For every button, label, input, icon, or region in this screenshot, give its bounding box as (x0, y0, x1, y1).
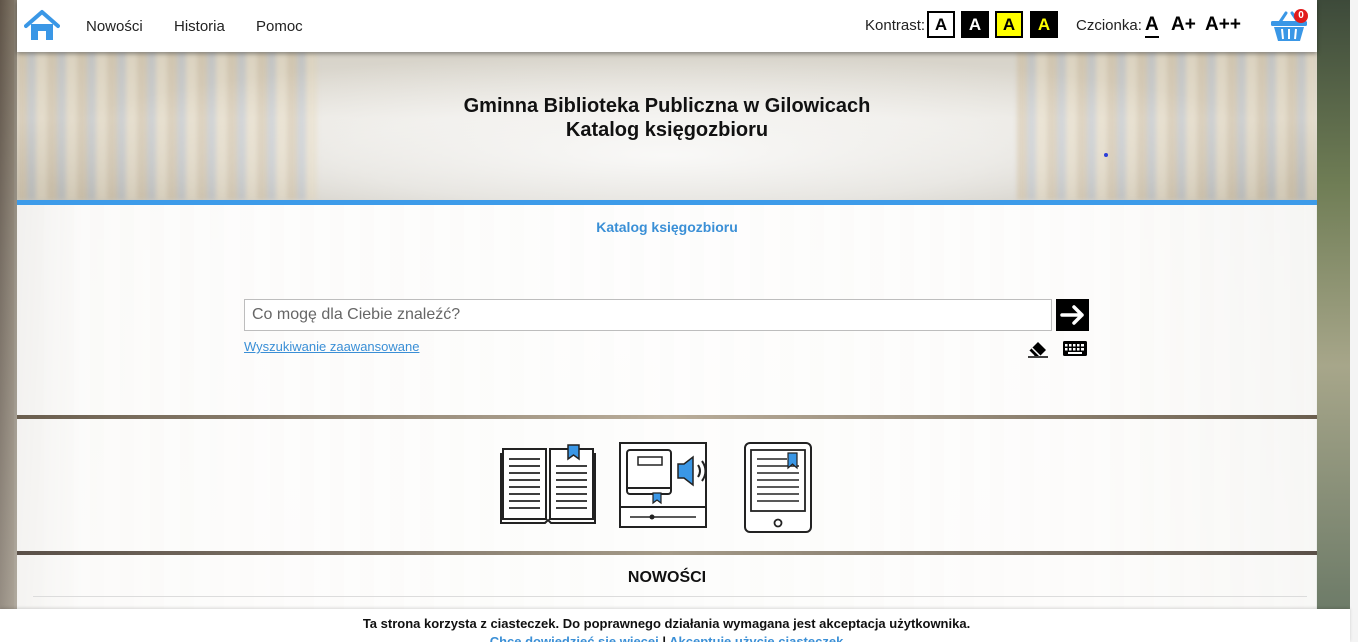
catalog-caption: Katalog księgozbioru (596, 219, 738, 235)
contrast-label: Kontrast: (865, 17, 926, 34)
banner-dot (1104, 153, 1108, 157)
cookie-more-info-link[interactable]: Chcę dowiedzieć się więcej (490, 634, 659, 642)
audiobook-icon[interactable] (618, 441, 714, 529)
advanced-search-link[interactable]: Wyszukiwanie zaawansowane (244, 339, 419, 354)
font-size-large-button[interactable]: A+ (1171, 14, 1196, 36)
section-divider (17, 415, 1317, 419)
open-book-icon[interactable] (499, 441, 597, 525)
section-divider (17, 551, 1317, 555)
basket-count-badge: 0 (1294, 9, 1308, 23)
arrow-right-icon (1060, 305, 1084, 325)
search-button[interactable] (1056, 299, 1089, 331)
library-name: Gminna Biblioteka Publiczna w Gilowicach (463, 95, 871, 117)
news-heading-rule (33, 596, 1307, 597)
keyboard-icon[interactable] (1062, 338, 1088, 358)
cookie-accept-link[interactable]: Akceptuję użycie ciasteczek (669, 634, 843, 642)
contrast-black-yellow-button[interactable]: A (1030, 11, 1058, 38)
nav-pomoc[interactable]: Pomoc (256, 18, 303, 35)
page-scrollbar[interactable] (1350, 0, 1358, 642)
cookie-consent-bar: Ta strona korzysta z ciasteczek. Do popr… (0, 609, 1350, 642)
main-panel: Katalog księgozbioru Wyszukiwanie zaawan… (17, 200, 1317, 616)
cookie-message: Ta strona korzysta z ciasteczek. Do popr… (362, 616, 971, 631)
top-navigation-bar: Nowości Historia Pomoc Kontrast: A A A A… (17, 0, 1317, 52)
nav-nowosci[interactable]: Nowości (86, 18, 143, 35)
font-size-xlarge-button[interactable]: A++ (1205, 14, 1241, 36)
search-input[interactable] (244, 299, 1052, 331)
home-icon[interactable] (24, 9, 60, 43)
nav-historia[interactable]: Historia (174, 18, 225, 35)
header-banner: Gminna Biblioteka Publiczna w Gilowicach… (17, 52, 1317, 200)
contrast-black-white-button[interactable]: A (961, 11, 989, 38)
ebook-reader-icon[interactable] (743, 441, 813, 535)
news-heading: NOWOŚCI (627, 569, 707, 586)
contrast-normal-button[interactable]: A (927, 11, 955, 38)
eraser-icon[interactable] (1026, 338, 1050, 358)
contrast-yellow-black-button[interactable]: A (995, 11, 1023, 38)
font-size-label: Czcionka: (1076, 17, 1142, 34)
catalog-title: Katalog księgozbioru (565, 119, 769, 141)
font-size-normal-button[interactable]: A (1145, 13, 1159, 38)
cookie-link-separator: | (658, 634, 670, 642)
cookie-links: Chcę dowiedzieć się więcej | Akceptuję u… (0, 634, 1333, 642)
